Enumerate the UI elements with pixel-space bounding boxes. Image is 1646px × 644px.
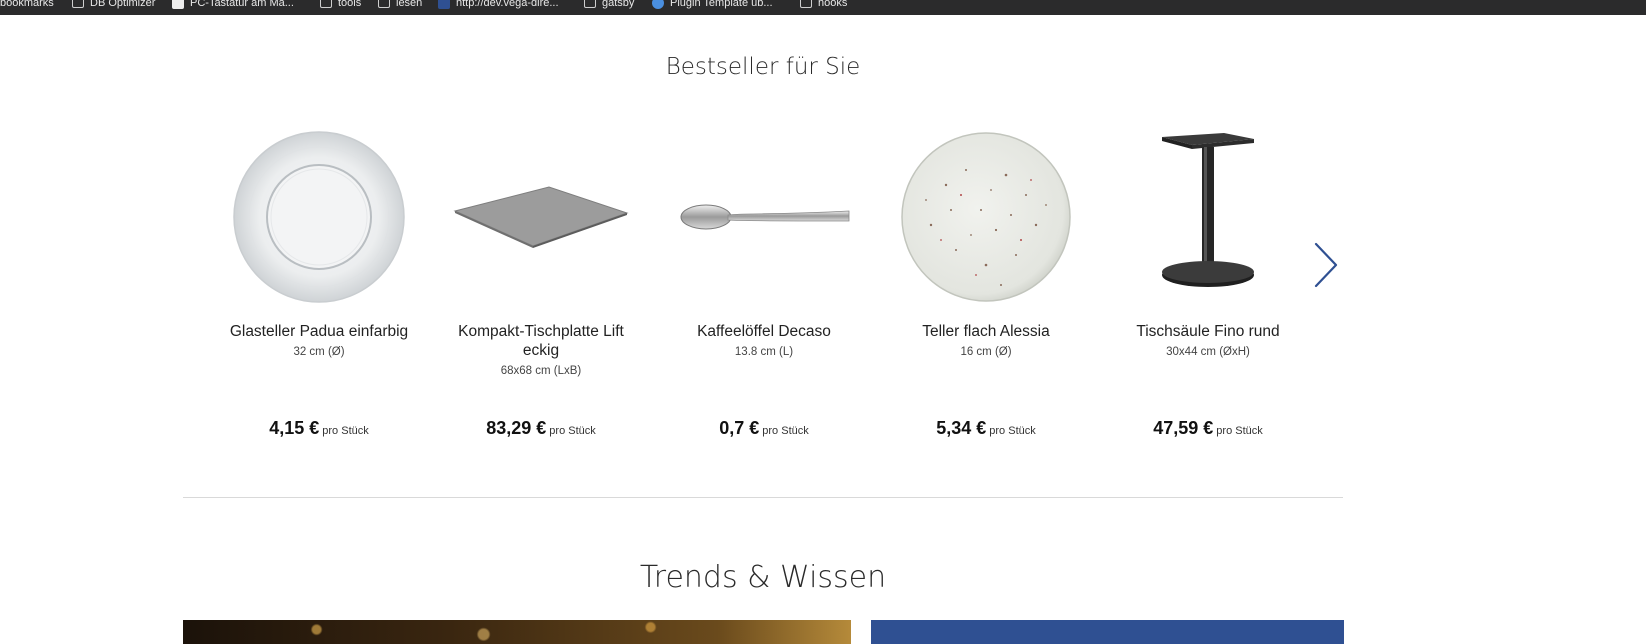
bookmarks-bar: bookmarks DB Optimizer PC-Tastatur am Ma… xyxy=(0,0,1646,15)
bookmark-label: Plugin Template ub... xyxy=(670,0,773,9)
product-name[interactable]: Kompakt-Tischplatte Lift eckig xyxy=(441,322,641,360)
bookmark-label: tools xyxy=(338,0,362,9)
product-unit: pro Stück xyxy=(322,425,369,437)
bookmark-label: lesen xyxy=(396,0,423,9)
site-favicon-icon xyxy=(438,0,450,9)
chevron-right-icon xyxy=(1314,242,1338,288)
bookmark-pc-tastatur[interactable]: PC-Tastatur am Ma... xyxy=(172,0,294,10)
table-base-image[interactable] xyxy=(1108,125,1308,305)
product-price: 83,29 € xyxy=(486,418,547,438)
product-price: 4,15 € xyxy=(269,418,320,438)
bookmark-folder-hooks[interactable]: hooks xyxy=(800,0,847,10)
section-divider xyxy=(183,497,1343,498)
product-name[interactable]: Glasteller Padua einfarbig xyxy=(219,322,419,341)
site-favicon-icon xyxy=(652,0,664,9)
trends-teaser-image-right[interactable] xyxy=(871,620,1344,644)
bookmark-label: DB Optimizer xyxy=(90,0,156,9)
product-unit: pro Stück xyxy=(549,425,596,437)
product-unit: pro Stück xyxy=(1216,425,1263,437)
bookmark-folder-lesen[interactable]: lesen xyxy=(378,0,422,10)
bookmark-dev-vega[interactable]: http://dev.vega-dire... xyxy=(438,0,559,10)
trends-teaser-image-left[interactable] xyxy=(183,620,851,644)
product-price: 0,7 € xyxy=(719,418,760,438)
bookmark-label: gatsby xyxy=(602,0,635,9)
folder-icon xyxy=(320,0,332,8)
bookmark-label: http://dev.vega-dire... xyxy=(456,0,559,9)
table-top-image[interactable] xyxy=(441,125,641,305)
bookmark-label: bookmarks xyxy=(0,0,54,9)
carousel-next-button[interactable] xyxy=(1310,240,1340,290)
product-unit: pro Stück xyxy=(989,425,1036,437)
product-card[interactable]: Kompakt-Tischplatte Lift eckig 68x68 cm … xyxy=(441,125,641,438)
product-price: 5,34 € xyxy=(936,418,987,438)
product-price-row: 47,59 € pro Stück xyxy=(1108,418,1308,439)
product-size: 30x44 cm (ØxH) xyxy=(1166,346,1250,358)
product-unit: pro Stück xyxy=(762,425,809,437)
folder-icon xyxy=(800,0,812,8)
bookmark-folder-bookmarks[interactable]: bookmarks xyxy=(0,0,54,10)
glass-plate-image[interactable] xyxy=(219,125,419,305)
product-size: 68x68 cm (LxB) xyxy=(500,365,582,377)
product-card[interactable]: Kaffeelöffel Decaso 13.8 cm (L) 0,7 € pro… xyxy=(664,125,864,438)
folder-icon xyxy=(378,0,390,8)
product-name[interactable]: Kaffeelöffel Decaso xyxy=(664,322,864,341)
product-price-row: 5,34 € pro Stück xyxy=(886,418,1086,439)
product-size: 16 cm (Ø) xyxy=(960,346,1012,358)
bookmark-folder-db-optimizer[interactable]: DB Optimizer xyxy=(72,0,155,10)
product-price-row: 4,15 € pro Stück xyxy=(219,418,419,439)
folder-icon xyxy=(72,0,84,8)
product-price: 47,59 € xyxy=(1153,418,1214,438)
speckled-plate-image[interactable] xyxy=(886,125,1086,305)
product-card[interactable]: Tischsäule Fino rund 30x44 cm (ØxH) 47,5… xyxy=(1108,125,1308,438)
spoon-image[interactable] xyxy=(664,125,864,305)
section-title-trends: Trends & Wissen xyxy=(639,560,887,595)
bookmark-folder-gatsby[interactable]: gatsby xyxy=(584,0,634,10)
bookmark-folder-tools[interactable]: tools xyxy=(320,0,361,10)
site-favicon-icon xyxy=(172,0,184,9)
product-name[interactable]: Tischsäule Fino rund xyxy=(1108,322,1308,341)
product-price-row: 0,7 € pro Stück xyxy=(664,418,864,439)
product-size: 13.8 cm (L) xyxy=(734,346,794,358)
product-card[interactable]: Teller flach Alessia 16 cm (Ø) 5,34 € pro… xyxy=(886,125,1086,438)
product-price-row: 83,29 € pro Stück xyxy=(441,418,641,439)
bookmark-label: hooks xyxy=(818,0,848,9)
product-size: 32 cm (Ø) xyxy=(293,346,345,358)
section-title-bestseller: Bestseller für Sie xyxy=(665,54,861,80)
bookmark-plugin-template[interactable]: Plugin Template ub... xyxy=(652,0,773,10)
bookmark-label: PC-Tastatur am Ma... xyxy=(190,0,294,9)
folder-icon xyxy=(584,0,596,8)
product-card[interactable]: Glasteller Padua einfarbig 32 cm (Ø) 4,1… xyxy=(219,125,419,438)
product-name[interactable]: Teller flach Alessia xyxy=(886,322,1086,341)
